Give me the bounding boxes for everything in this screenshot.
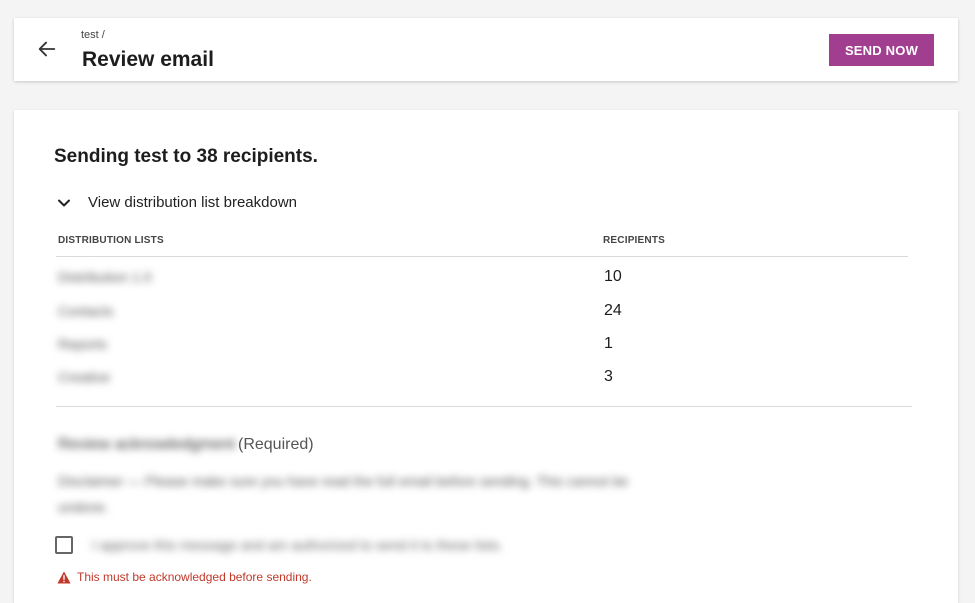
recipient-summary: Sending test to 38 recipients.	[54, 146, 318, 167]
table-row: Distribution 1.0 10	[14, 261, 958, 294]
page-title: Review email	[82, 48, 214, 71]
distribution-list-name: Distribution 1.0	[58, 269, 152, 285]
distribution-list-name: Creative	[58, 369, 111, 385]
section-divider	[56, 406, 912, 407]
distribution-list-name: Reports	[58, 336, 108, 352]
table-row: Reports 1	[14, 328, 958, 361]
column-header-recipients: RECIPIENTS	[603, 235, 666, 246]
distribution-list-name: Contacts	[58, 303, 114, 319]
error-message: This must be acknowledged before sending…	[77, 570, 312, 584]
distribution-breakdown-toggle[interactable]: View distribution list breakdown	[56, 194, 297, 211]
review-panel: Sending test to 38 recipients. View dist…	[14, 110, 958, 603]
acknowledge-checkbox[interactable]	[55, 536, 73, 554]
toggle-label: View distribution list breakdown	[88, 194, 297, 211]
recipient-count: 10	[604, 268, 622, 285]
table-row: Creative 3	[14, 361, 958, 394]
recipient-count: 3	[604, 368, 613, 385]
chevron-down-icon	[58, 199, 70, 206]
table-divider	[56, 256, 908, 257]
acknowledgement-title: Review acknowledgment	[58, 436, 235, 453]
column-header-distribution-lists: DISTRIBUTION LISTS	[58, 235, 164, 246]
warning-icon	[57, 571, 71, 583]
validation-error: This must be acknowledged before sending…	[57, 570, 312, 584]
required-label: (Required)	[237, 436, 314, 453]
table-row: Contacts 24	[14, 295, 958, 328]
back-arrow-icon[interactable]	[36, 38, 58, 60]
header-bar: test / Review email SEND NOW	[14, 18, 958, 81]
acknowledgement-heading: Review acknowledgment (Required)	[58, 436, 314, 454]
acknowledgement-text: Disclaimer — Please make sure you have r…	[58, 473, 629, 515]
send-now-button[interactable]: SEND NOW	[829, 34, 934, 66]
breadcrumb[interactable]: test /	[81, 29, 105, 41]
acknowledge-checkbox-label[interactable]: I approve this message and am authorized…	[92, 537, 503, 553]
recipient-count: 24	[604, 302, 622, 319]
recipient-count: 1	[604, 335, 613, 352]
